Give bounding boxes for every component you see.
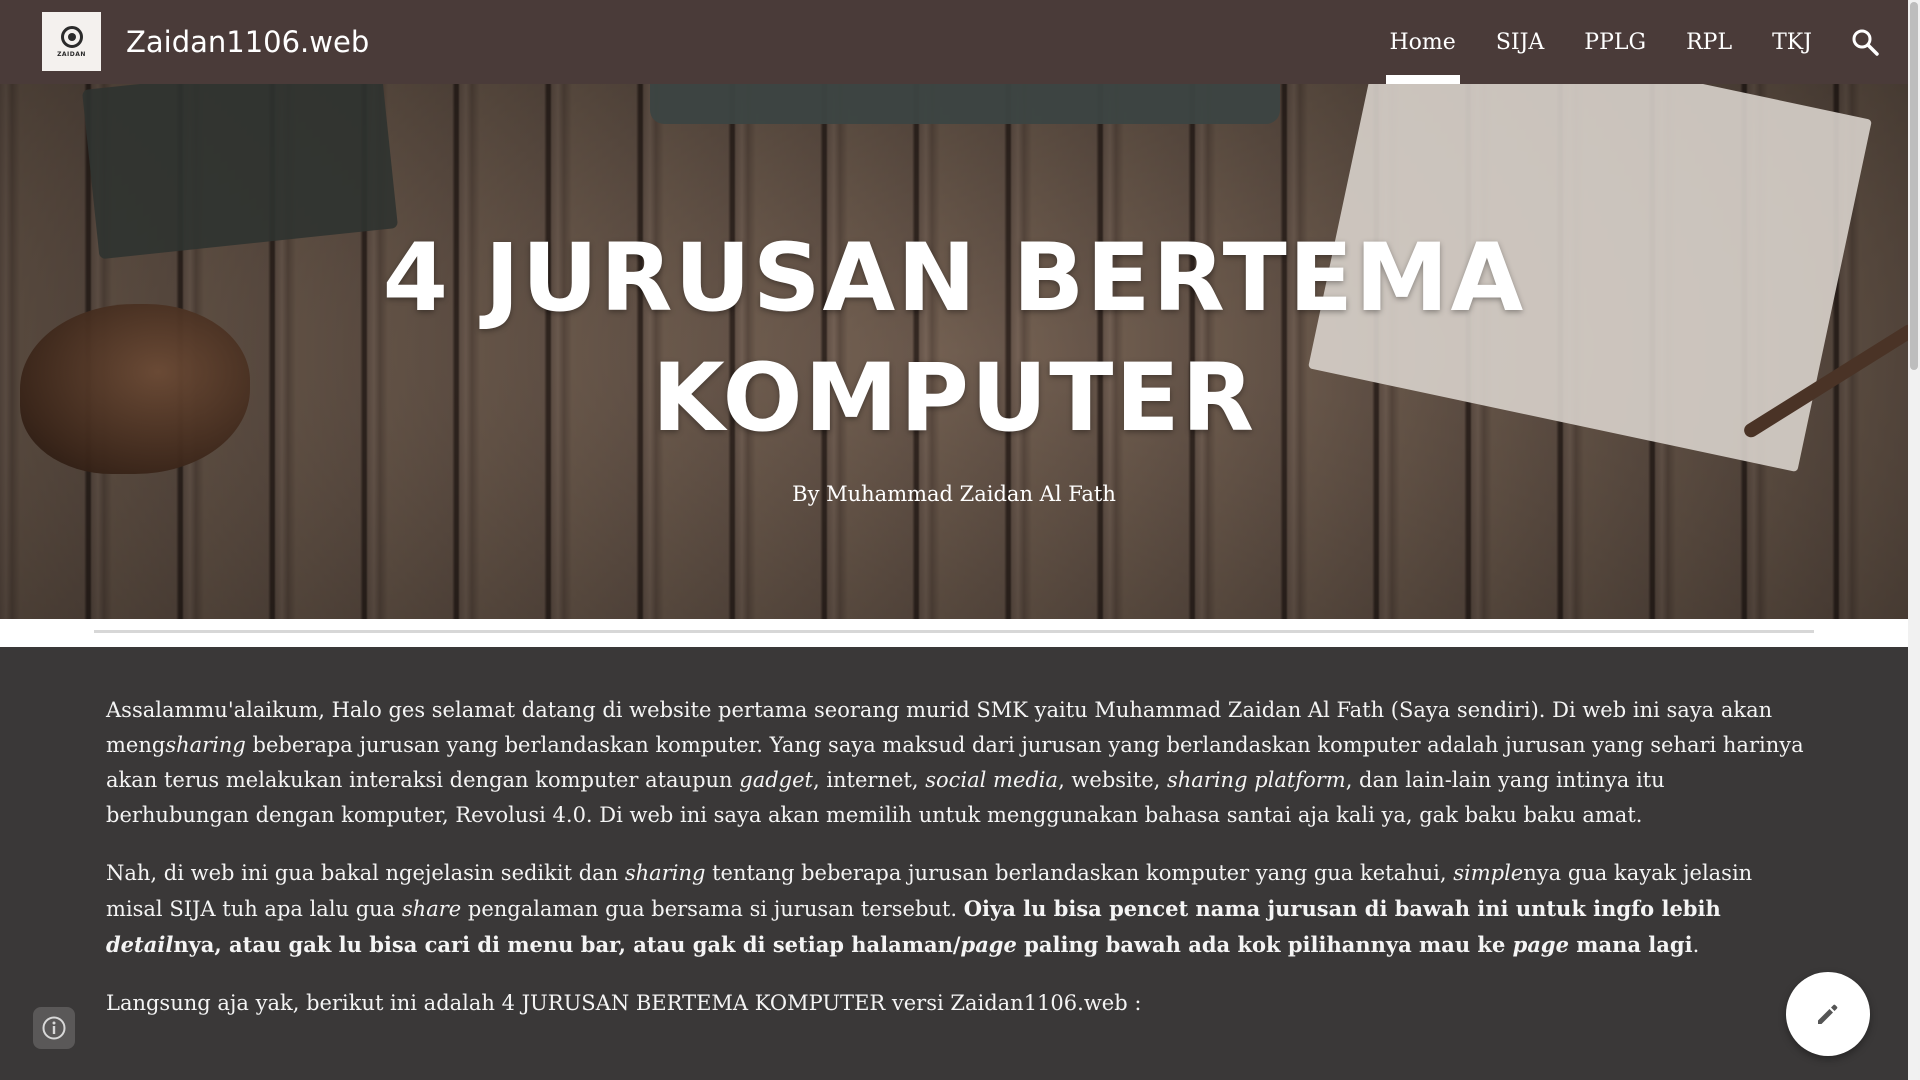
search-icon[interactable] (1850, 27, 1880, 57)
author-byline: By Muhammad Zaidan Al Fath (792, 482, 1116, 506)
vertical-scrollbar[interactable] (1908, 0, 1920, 1080)
site-logo[interactable]: ZAIDAN (42, 12, 101, 71)
nav-item-sija[interactable]: SIJA (1496, 0, 1544, 84)
explanation-paragraph: Nah, di web ini gua bakal ngejelasin sed… (106, 861, 1753, 957)
divider-band (0, 619, 1908, 647)
nav-item-rpl[interactable]: RPL (1686, 0, 1732, 84)
nav-item-tkj[interactable]: TKJ (1772, 0, 1812, 84)
nav-item-home[interactable]: Home (1385, 0, 1461, 84)
hero-banner: 4 JURUSAN BERTEMA KOMPUTER By Muhammad Z… (0, 84, 1908, 619)
page-title: 4 JURUSAN BERTEMA KOMPUTER (0, 219, 1908, 459)
page-title-line-1: 4 JURUSAN BERTEMA (382, 224, 1526, 333)
logo-text: ZAIDAN (57, 50, 86, 58)
intro-paragraph: Assalammu'alaikum, Halo ges selamat data… (106, 698, 1804, 827)
info-button[interactable] (33, 1007, 75, 1049)
edit-button[interactable] (1786, 972, 1870, 1056)
page-title-line-2: KOMPUTER (651, 344, 1256, 453)
main-content: Assalammu'alaikum, Halo ges selamat data… (106, 693, 1806, 1044)
logo-mark-icon (60, 25, 83, 48)
site-title[interactable]: Zaidan1106.web (126, 22, 369, 62)
info-icon (42, 1016, 66, 1040)
main-nav: Home SIJA PPLG RPL TKJ (1350, 0, 1812, 84)
pencil-icon (1818, 1004, 1838, 1024)
nav-item-pplg[interactable]: PPLG (1584, 0, 1646, 84)
scrollbar-thumb[interactable] (1910, 2, 1918, 370)
lead-in-paragraph: Langsung aja yak, berikut ini adalah 4 J… (106, 991, 1142, 1015)
top-navigation-bar: ZAIDAN Zaidan1106.web Home SIJA PPLG RPL… (0, 0, 1908, 84)
divider-line (94, 630, 1814, 633)
hero-background-tablet (650, 84, 1280, 124)
